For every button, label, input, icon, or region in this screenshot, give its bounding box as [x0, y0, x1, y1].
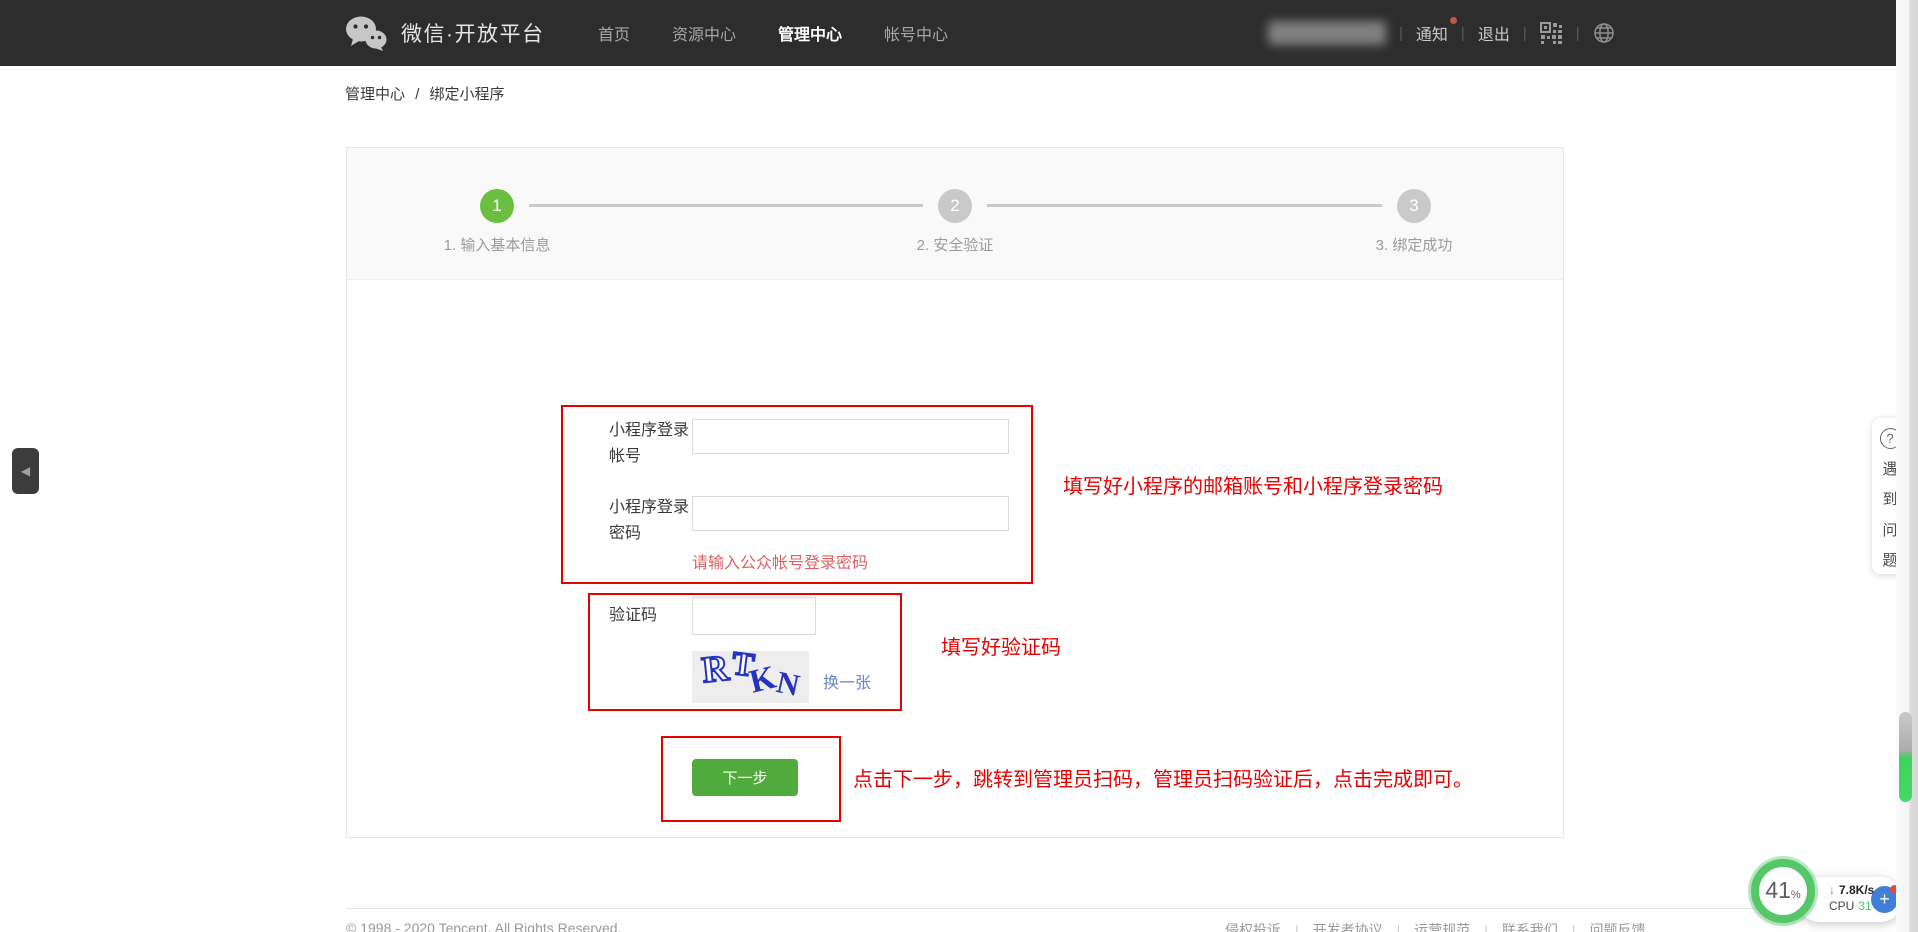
download-speed-value: 7.8K/s: [1839, 882, 1874, 898]
footer-link[interactable]: 侵权投诉: [1225, 920, 1281, 932]
notifications-label: 通知: [1416, 27, 1448, 44]
annotation-next-text: 点击下一步，跳转到管理员扫码，管理员扫码验证后，点击完成即可。: [853, 763, 1473, 792]
account-input[interactable]: [692, 419, 1009, 454]
nav-item-home[interactable]: 首页: [598, 21, 630, 45]
username-redacted[interactable]: [1268, 21, 1386, 45]
page: 微信·开放平台 首页 资源中心 管理中心 帐号中心 | 通知 | 退出 |: [0, 0, 1918, 932]
nav-item-account[interactable]: 帐号中心: [884, 21, 948, 45]
footer-links: 侵权投诉 | 开发者协议 | 运营规范 | 联系我们 | 问题反馈: [1225, 920, 1646, 932]
qr-code-icon[interactable]: [1540, 22, 1563, 45]
nav-item-management[interactable]: 管理中心: [778, 21, 842, 45]
copyright-text: © 1998 - 2020 Tencent. All Rights Reserv…: [346, 920, 621, 932]
wechat-logo-icon: [345, 15, 387, 51]
stepper-header: 1 2 3 1. 输入基本信息 2. 安全验证 3. 绑定成功: [347, 148, 1563, 280]
percent-unit: %: [1791, 889, 1801, 901]
cpu-label: CPU: [1829, 898, 1854, 914]
collapse-arrow-icon: ◀: [21, 464, 30, 478]
notifications-link[interactable]: 通知: [1416, 21, 1448, 45]
annotation-credentials-text: 填写好小程序的邮箱账号和小程序登录密码: [1063, 470, 1443, 499]
footer-separator: |: [1397, 922, 1401, 932]
footer-link[interactable]: 问题反馈: [1590, 920, 1646, 932]
footer-link[interactable]: 运营规范: [1414, 920, 1470, 932]
footer-link[interactable]: 开发者协议: [1313, 920, 1383, 932]
nav-right-cluster: | 通知 | 退出 |: [1268, 0, 1615, 66]
language-globe-icon[interactable]: [1593, 22, 1615, 44]
captcha-input[interactable]: [692, 597, 816, 635]
bind-miniprogram-card: 1 2 3 1. 输入基本信息 2. 安全验证 3. 绑定成功 小程序登录帐号 …: [346, 147, 1564, 838]
password-label: 小程序登录密码: [609, 495, 697, 547]
password-error-text: 请输入公众帐号登录密码: [692, 549, 868, 573]
nav-separator: |: [1576, 25, 1580, 42]
brand-title: 微信·开放平台: [401, 18, 545, 48]
next-step-button[interactable]: 下一步: [692, 759, 798, 796]
footer: © 1998 - 2020 Tencent. All Rights Reserv…: [346, 908, 1880, 909]
breadcrumb-section[interactable]: 管理中心: [345, 86, 405, 103]
step-circle-3: 3: [1397, 189, 1431, 223]
download-arrow-icon: ↓: [1829, 882, 1835, 898]
nav-separator: |: [1461, 25, 1465, 42]
nav-links: 首页 资源中心 管理中心 帐号中心: [598, 0, 948, 66]
captcha-image[interactable]: R T K N: [692, 651, 809, 703]
notification-dot: [1450, 17, 1457, 24]
captcha-refresh-link[interactable]: 换一张: [823, 669, 871, 693]
footer-link[interactable]: 联系我们: [1502, 920, 1558, 932]
plus-icon: +: [1879, 889, 1890, 910]
step-connector: [987, 204, 1382, 207]
logout-link[interactable]: 退出: [1478, 21, 1510, 45]
brand[interactable]: 微信·开放平台: [345, 0, 545, 66]
captcha-letter: R: [700, 651, 730, 689]
footer-separator: |: [1484, 922, 1488, 932]
breadcrumb-separator: /: [415, 86, 419, 103]
step-label-1: 1. 输入基本信息: [387, 234, 607, 255]
step-connector: [529, 204, 923, 207]
step-circle-2: 2: [938, 189, 972, 223]
footer-separator: |: [1572, 922, 1576, 932]
annotation-captcha-text: 填写好验证码: [941, 631, 1061, 660]
step-circle-1: 1: [480, 189, 514, 223]
optimization-percent-ring[interactable]: 41 %: [1751, 859, 1815, 923]
nav-separator: |: [1399, 25, 1403, 42]
sidebar-collapse-button[interactable]: ◀: [12, 448, 39, 494]
password-input[interactable]: [692, 496, 1009, 531]
breadcrumb: 管理中心 / 绑定小程序: [345, 83, 505, 104]
breadcrumb-page: 绑定小程序: [430, 86, 505, 103]
step-label-3: 3. 绑定成功: [1304, 234, 1524, 255]
captcha-label: 验证码: [609, 603, 697, 629]
nav-separator: |: [1523, 25, 1527, 42]
monitor-plus-button[interactable]: +: [1871, 886, 1898, 913]
step-label-2: 2. 安全验证: [845, 234, 1065, 255]
percent-value: 41: [1765, 867, 1791, 913]
footer-separator: |: [1295, 922, 1299, 932]
top-navbar: 微信·开放平台 首页 资源中心 管理中心 帐号中心 | 通知 | 退出 |: [0, 0, 1918, 66]
scrollbar-thumb[interactable]: [1899, 712, 1912, 802]
captcha-letter: N: [774, 666, 802, 701]
nav-item-resources[interactable]: 资源中心: [672, 21, 736, 45]
account-label: 小程序登录帐号: [609, 418, 697, 470]
